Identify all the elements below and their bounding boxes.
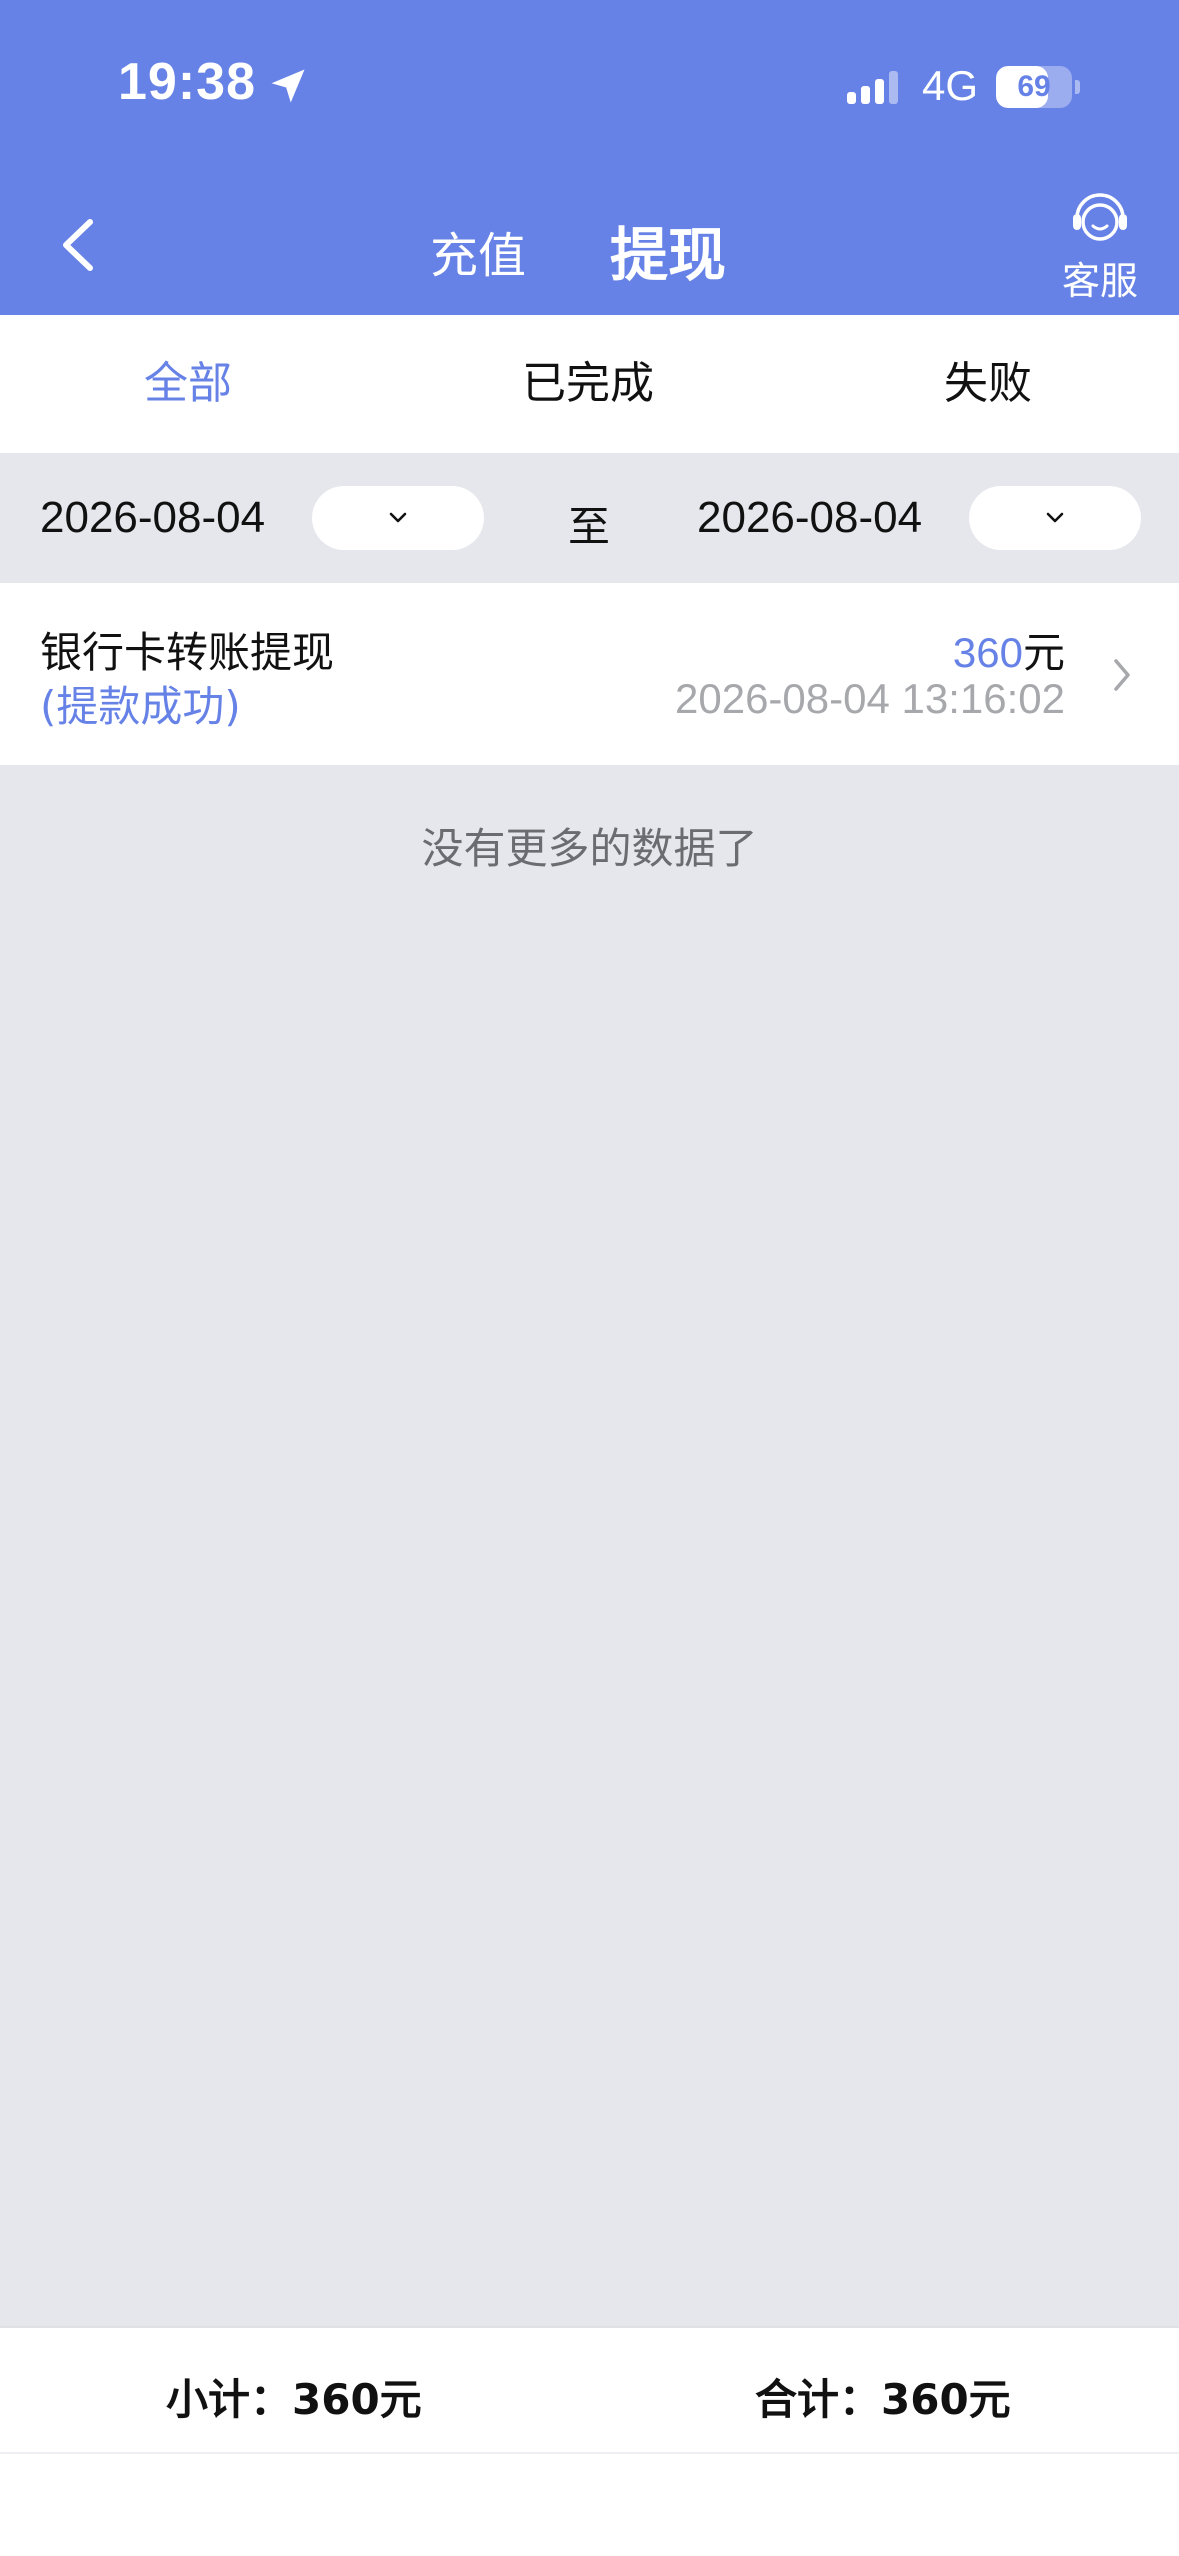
date-range-separator: 至 [568,502,611,551]
record-title: 银行卡转账提现 [40,628,335,677]
back-button[interactable] [48,200,112,290]
record-row[interactable]: 银行卡转账提现 (提款成功) 360元 2026-08-04 13:16:02 [0,583,1179,765]
record-time: 2026-08-04 13:16:02 [675,675,1065,722]
headset-icon [1073,193,1127,241]
battery-level: 69 [1017,70,1051,103]
record-status: (提款成功) [40,682,241,731]
header: 19:38 4G 69 充值 提现 客服 [0,0,1179,315]
divider [0,2326,1179,2328]
customer-service-label: 客服 [1061,259,1138,303]
end-date-picker[interactable] [969,486,1141,550]
filter-tab-completed[interactable]: 已完成 [388,315,788,453]
filter-tabs: 全部 已完成 失败 [0,315,1179,453]
filter-tab-failed[interactable]: 失败 [788,315,1179,453]
summary-footer: 小计：360元 合计：360元 [0,2326,1179,2556]
amount-unit: 元 [1022,628,1065,677]
start-date: 2026-08-04 [40,493,266,542]
signal-icon [847,71,898,104]
total: 合计：360元 [755,2375,1011,2424]
end-date: 2026-08-04 [697,493,923,542]
status-time: 19:38 [118,53,256,111]
chevron-down-icon [1046,512,1064,523]
amount-value: 360 [952,629,1023,676]
divider [0,2452,1179,2454]
tab-withdraw[interactable]: 提现 [610,208,726,292]
record-amount: 360元 [953,619,1065,680]
customer-service-button[interactable]: 客服 [1055,188,1145,308]
subtotal: 小计：360元 [166,2375,422,2424]
list-end-text: 没有更多的数据了 [421,824,758,873]
network-type: 4G [922,62,979,109]
chevron-down-icon [389,512,407,523]
tab-recharge[interactable]: 充值 [430,216,526,286]
chevron-right-icon [1114,659,1130,691]
start-date-picker[interactable] [312,486,484,550]
location-arrow-icon [271,69,305,103]
filter-tab-all[interactable]: 全部 [0,315,388,453]
battery-icon: 69 [996,66,1080,108]
date-range-bar: 2026-08-04 至 2026-08-04 [0,453,1179,583]
